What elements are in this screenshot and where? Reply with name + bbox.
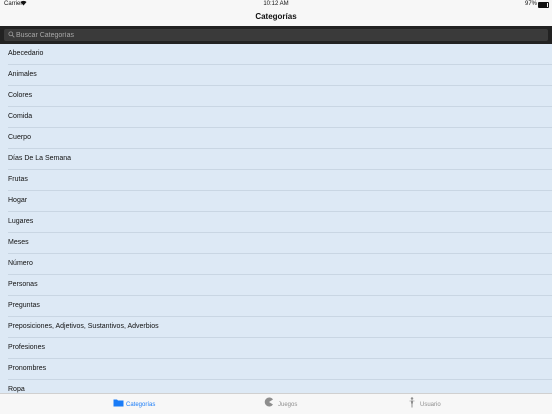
category-list: Abecedario Animales Colores Comida Cuerp…: [0, 44, 552, 393]
tab-categorias[interactable]: Categorías: [113, 398, 161, 411]
list-item[interactable]: Animales: [8, 65, 552, 86]
battery-percentage: 97%: [524, 1, 537, 7]
list-item[interactable]: Días De La Semana: [8, 149, 552, 170]
list-item[interactable]: Cuerpo: [8, 128, 552, 149]
category-label: Abecedario: [8, 50, 44, 57]
category-label: Colores: [8, 92, 33, 99]
category-label: Comida: [8, 113, 33, 120]
list-item[interactable]: Número: [8, 254, 552, 275]
list-item[interactable]: Frutas: [8, 170, 552, 191]
category-label: Preposiciones, Adjetivos, Sustantivos, A…: [8, 323, 159, 330]
tab-label: Juegos: [278, 402, 298, 408]
status-bar: Carrier 10:12 AM 97%: [0, 0, 552, 10]
category-label: Preguntas: [8, 302, 40, 309]
list-item[interactable]: Abecedario: [8, 44, 552, 65]
category-label: Profesiones: [8, 344, 45, 351]
list-item[interactable]: Ropa: [8, 380, 552, 393]
category-label: Animales: [8, 71, 37, 78]
list-item[interactable]: Preguntas: [8, 296, 552, 317]
list-item[interactable]: Pronombres: [8, 359, 552, 380]
status-time: 10:12 AM: [263, 1, 289, 7]
list-item[interactable]: Personas: [8, 275, 552, 296]
category-label: Cuerpo: [8, 134, 31, 141]
folder-icon: [113, 399, 124, 407]
pacman-icon: [264, 397, 273, 407]
list-item[interactable]: Hogar: [8, 191, 552, 212]
category-label: Hogar: [8, 197, 28, 204]
list-item[interactable]: Preposiciones, Adjetivos, Sustantivos, A…: [8, 317, 552, 338]
list-item[interactable]: Profesiones: [8, 338, 552, 359]
tab-label: Usuario: [420, 402, 441, 408]
search-field[interactable]: [4, 29, 548, 41]
list-item[interactable]: Meses: [8, 233, 552, 254]
list-item[interactable]: Lugares: [8, 212, 552, 233]
tab-label: Categorías: [126, 402, 156, 408]
category-label: Días De La Semana: [8, 155, 72, 162]
navigation-bar: Categorías: [0, 10, 552, 26]
list-item[interactable]: Comida: [8, 107, 552, 128]
search-input[interactable]: [16, 30, 536, 40]
category-label: Personas: [8, 281, 38, 288]
category-label: Número: [8, 260, 33, 267]
battery-icon: [538, 2, 549, 8]
search-icon: [8, 31, 15, 38]
search-bar: [0, 26, 552, 44]
tab-juegos[interactable]: Juegos: [264, 397, 304, 411]
category-label: Lugares: [8, 218, 34, 225]
category-label: Frutas: [8, 176, 28, 183]
person-icon: [409, 397, 415, 408]
tab-bar: Categorías Juegos Usuario: [0, 393, 552, 414]
category-label: Pronombres: [8, 365, 47, 372]
list-item[interactable]: Colores: [8, 86, 552, 107]
tab-usuario[interactable]: Usuario: [409, 397, 449, 411]
category-label: Ropa: [8, 386, 25, 393]
page-title: Categorías: [255, 12, 297, 21]
category-label: Meses: [8, 239, 29, 246]
